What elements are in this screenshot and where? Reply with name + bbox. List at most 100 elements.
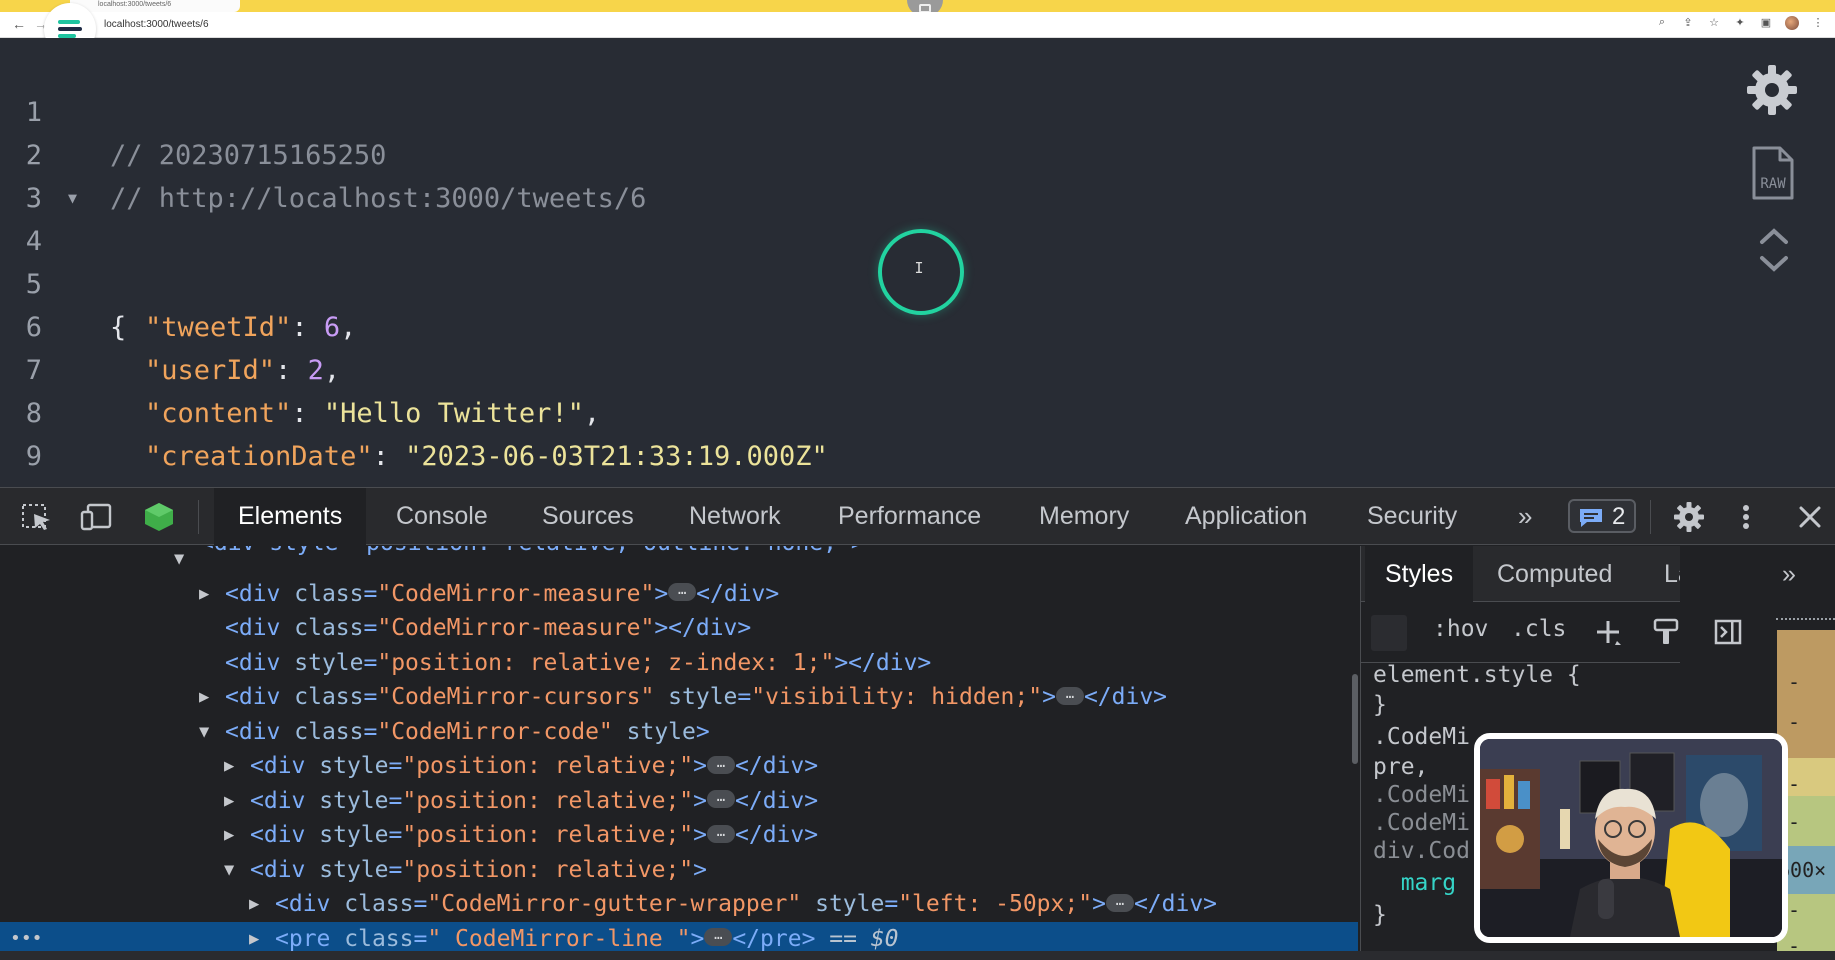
paint-roller-icon[interactable] bbox=[1651, 617, 1680, 647]
device-toolbar-icon[interactable] bbox=[80, 502, 114, 532]
attribute-name: style bbox=[319, 787, 389, 814]
css-property[interactable]: marg bbox=[1373, 870, 1456, 896]
attribute-name: style bbox=[319, 856, 389, 883]
attribute-name: class bbox=[344, 891, 414, 917]
side-panel-icon[interactable]: ▣ bbox=[1759, 16, 1773, 30]
dom-node[interactable]: ▼ <div class="CodeMirror-code" style> bbox=[0, 715, 1358, 749]
tag-markup: > bbox=[654, 580, 669, 607]
css-rule-line[interactable]: element.style { bbox=[1373, 662, 1581, 688]
css-rule-line[interactable]: .CodeMi bbox=[1373, 724, 1470, 750]
profile-avatar[interactable] bbox=[1785, 16, 1799, 30]
collapsed-ellipsis-button[interactable]: … bbox=[668, 583, 697, 601]
dom-node[interactable]: ▼ <div style="position: relative;"> bbox=[0, 853, 1358, 887]
inspect-element-icon[interactable] bbox=[20, 502, 54, 532]
attribute-value: "CodeMirror-code" bbox=[377, 718, 613, 745]
expand-triangle-icon[interactable]: ▶ bbox=[224, 749, 234, 783]
issues-badge[interactable]: 2 bbox=[1568, 499, 1636, 533]
url-input[interactable]: localhost:3000/tweets/6 bbox=[104, 19, 209, 30]
collapsed-ellipsis-button[interactable]: … bbox=[707, 790, 736, 808]
attribute-name: style bbox=[815, 891, 885, 917]
scroll-arrows-icon[interactable] bbox=[1757, 224, 1791, 276]
tab-application[interactable]: Application bbox=[1179, 488, 1313, 545]
dom-node[interactable]: ▶ <div style="position: relative;">… </div… bbox=[0, 818, 1358, 852]
dom-tree-scrollbar[interactable] bbox=[1352, 674, 1358, 764]
tag-markup: > bbox=[1092, 891, 1106, 917]
collapsed-ellipsis-button[interactable]: … bbox=[1105, 893, 1134, 912]
toggle-sidebar-icon[interactable] bbox=[1713, 617, 1743, 647]
css-rule-line[interactable]: pre, bbox=[1373, 754, 1428, 780]
tag-markup: = bbox=[363, 649, 378, 676]
css-rule-line[interactable]: } bbox=[1373, 692, 1387, 718]
dom-node[interactable]: ▶ <div style="position: relative;">… </div… bbox=[0, 749, 1358, 783]
collapsed-ellipsis-button[interactable]: … bbox=[704, 928, 733, 946]
more-tabs-chevron-icon[interactable]: » bbox=[1518, 488, 1532, 545]
code-line-7: 7 "content": "Hello Twitter!", bbox=[0, 306, 1700, 429]
tab-styles[interactable]: Styles bbox=[1365, 546, 1474, 602]
tab-layout[interactable]: Layout bbox=[1664, 546, 1680, 602]
expand-triangle-icon[interactable]: ▶ bbox=[249, 887, 259, 921]
tag-markup: <div bbox=[250, 822, 320, 848]
collapsed-ellipsis-button[interactable]: … bbox=[707, 824, 736, 843]
fold-toggle-icon[interactable]: ▼ bbox=[68, 177, 77, 220]
dom-node[interactable]: ▶ <div style="position: relative;">… </div… bbox=[0, 784, 1358, 818]
expand-triangle-icon[interactable]: ▶ bbox=[199, 577, 209, 611]
tab-memory[interactable]: Memory bbox=[1033, 488, 1135, 545]
dom-node[interactable]: ▼ <div style="position: relative; outline… bbox=[0, 546, 1358, 576]
devtools-settings-gear-icon[interactable] bbox=[1672, 500, 1706, 534]
bookmark-star-icon[interactable]: ☆ bbox=[1707, 16, 1721, 30]
dom-node-markup: <div style="position: relative;">… </div> bbox=[250, 784, 818, 818]
dom-node[interactable]: ▶ <div class="CodeMirror-measure">… </div> bbox=[0, 577, 1358, 611]
viewer-settings-gear-icon[interactable] bbox=[1745, 63, 1799, 117]
browser-tab-title: localhost:3000/tweets/6 bbox=[98, 1, 172, 8]
dom-node[interactable]: ▶ <div class="CodeMirror-gutter-wrapper" … bbox=[0, 887, 1358, 921]
share-icon[interactable]: ⇪ bbox=[1681, 16, 1695, 30]
css-rule-line[interactable]: div.Cod bbox=[1373, 838, 1470, 864]
collapsed-ellipsis-button[interactable]: … bbox=[707, 755, 736, 774]
tag-markup: <div bbox=[225, 580, 295, 607]
collapse-triangle-icon[interactable]: ▼ bbox=[224, 853, 234, 887]
raw-view-icon[interactable]: RAW bbox=[1750, 144, 1796, 202]
cls-toggle[interactable]: .cls bbox=[1511, 616, 1566, 642]
tab-computed[interactable]: Computed bbox=[1497, 546, 1612, 602]
back-arrow-icon[interactable]: ← bbox=[12, 16, 26, 32]
dom-node[interactable]: ▶ <div class="CodeMirror-cursors" style="… bbox=[0, 680, 1358, 714]
collapse-triangle-icon[interactable]: ▼ bbox=[174, 546, 184, 576]
css-rule-line[interactable]: } bbox=[1373, 902, 1387, 928]
styles-more-tabs-chevron-icon[interactable]: » bbox=[1782, 546, 1796, 602]
browser-tab[interactable]: localhost:3000/tweets/6 bbox=[70, 0, 240, 12]
dom-node-markup: <div style="position: relative;">… </div> bbox=[250, 818, 818, 852]
tab-elements[interactable]: Elements bbox=[214, 488, 367, 545]
dom-node[interactable]: <div style="position: relative; z-index:… bbox=[0, 646, 1358, 680]
vue-extension-hex-icon[interactable] bbox=[142, 502, 176, 532]
css-rule-line[interactable]: .CodeMi bbox=[1373, 782, 1470, 808]
attribute-value: "position: relative; z-index: 1;" bbox=[377, 649, 835, 676]
browser-toolbar-icons: ⌕ ⇪ ☆ ✦ ▣ ⋮ bbox=[1655, 16, 1825, 30]
chat-bubble-icon bbox=[1580, 509, 1602, 527]
expand-triangle-icon[interactable]: ▶ bbox=[199, 680, 209, 714]
tab-console[interactable]: Console bbox=[390, 488, 494, 545]
bottom-edge bbox=[0, 951, 1835, 960]
expand-triangle-icon[interactable]: ▶ bbox=[224, 784, 234, 818]
tab-network[interactable]: Network bbox=[683, 488, 787, 545]
tab-security[interactable]: Security bbox=[1361, 488, 1463, 545]
css-rule-line[interactable]: .CodeMi bbox=[1373, 810, 1470, 836]
collapsed-ellipsis-button[interactable]: … bbox=[1055, 686, 1084, 705]
toolbar-separator bbox=[1650, 500, 1651, 534]
tab-sources[interactable]: Sources bbox=[536, 488, 640, 545]
expand-triangle-icon[interactable]: ▶ bbox=[224, 818, 234, 852]
zoom-icon[interactable]: ⌕ bbox=[1655, 16, 1669, 30]
close-devtools-icon[interactable] bbox=[1796, 502, 1824, 532]
browser-menu-icon[interactable]: ⋮ bbox=[1811, 16, 1825, 30]
code-line-8: 8 "creationDate": "2023-06-03T21:33:19.0… bbox=[0, 349, 1700, 472]
tab-performance[interactable]: Performance bbox=[832, 488, 987, 545]
attribute-value: "left: -50px;" bbox=[898, 891, 1093, 917]
kebab-menu-icon[interactable] bbox=[1736, 502, 1756, 532]
webcam-overlay bbox=[1474, 733, 1788, 943]
extensions-icon[interactable]: ✦ bbox=[1733, 16, 1747, 30]
collapse-triangle-icon[interactable]: ▼ bbox=[199, 715, 209, 749]
tag-markup: </div> bbox=[735, 753, 819, 779]
hov-toggle[interactable]: :hov bbox=[1433, 616, 1488, 642]
styles-filter-input[interactable] bbox=[1371, 615, 1407, 651]
new-style-rule-icon[interactable] bbox=[1593, 617, 1623, 647]
dom-node[interactable]: <div class="CodeMirror-measure"></div> bbox=[0, 611, 1358, 645]
